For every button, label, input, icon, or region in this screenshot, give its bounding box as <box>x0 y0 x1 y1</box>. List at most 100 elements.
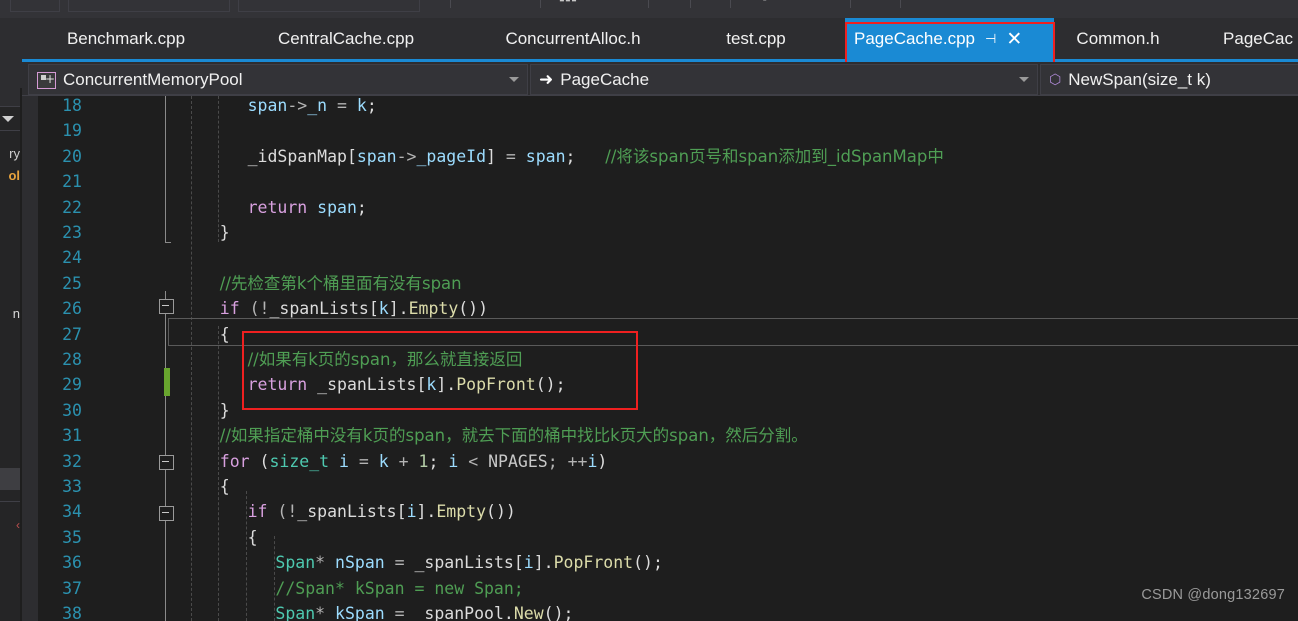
navbar-member-dropdown[interactable]: ⬡ NewSpan(size_t k) <box>1040 64 1298 95</box>
code-line[interactable]: 35 { <box>22 525 1298 550</box>
document-tab-concurrentalloc-h[interactable]: ConcurrentAlloc.h <box>475 18 671 59</box>
code-line-text: //如果有k页的span，那么就直接返回 <box>248 347 523 372</box>
code-token: * <box>315 604 336 621</box>
code-line-text: //Span* kSpan = new Span; <box>275 576 523 601</box>
document-tab-pagecac[interactable]: PageCac <box>1218 18 1298 59</box>
code-token: _spanLists <box>317 375 417 395</box>
code-line-text: if (!_spanLists[i].Empty()) <box>248 499 516 524</box>
document-tab-pagecache-cpp[interactable]: PageCache.cpp ⊣ ✕ <box>845 18 1054 59</box>
code-token: span <box>525 146 566 166</box>
code-token: _idSpanMap <box>247 146 347 166</box>
code-line[interactable]: 25 //先检查第k个桶里面有没有span <box>22 271 1298 296</box>
toolbar-icon-group-6[interactable]: ▭ <box>858 0 868 4</box>
navbar-project-label: ConcurrentMemoryPool <box>63 70 243 89</box>
code-line[interactable]: 22 return span; <box>22 195 1298 220</box>
code-line[interactable]: 31 //如果指定桶中没有k页的span，就去下面的桶中找比k页大的span，然后… <box>22 423 1298 448</box>
navbar-class-dropdown[interactable]: ➜ PageCache <box>530 64 1038 95</box>
toolbar-combo-2[interactable] <box>68 0 230 12</box>
code-token: //将该span页号和span添加到_idSpanMap中 <box>605 146 944 166</box>
line-number: 25 <box>62 273 82 293</box>
document-tab-centralcache-cpp[interactable]: CentralCache.cpp <box>246 18 446 59</box>
chevron-down-icon[interactable] <box>509 77 519 82</box>
code-token: 1 <box>418 451 429 471</box>
line-number: 29 <box>62 375 82 395</box>
line-number: 20 <box>62 146 82 166</box>
toolbar-combo-3[interactable] <box>238 0 420 12</box>
code-token: i <box>587 451 598 471</box>
code-token: < <box>458 451 489 471</box>
line-number: 28 <box>62 350 82 369</box>
toolbar-icon-group-3[interactable]: ▭ <box>662 0 672 4</box>
code-token: (); <box>633 553 663 573</box>
code-token: _pageId <box>416 146 487 166</box>
solution-tree-selected-row[interactable] <box>0 468 20 490</box>
visual-studio-window: ▸ ⟳ ▪▪ ▮▮▮ ▭ ▾ ▬ ▾ ⤢ ▬ ▭ ⋯ ❮ ▸▸ ry ol n … <box>0 0 1298 621</box>
toolbar-icon-group-2[interactable]: ▪▪ ▮▮▮ <box>548 0 577 4</box>
code-token: ] <box>486 146 496 166</box>
code-line[interactable]: 38 Span* kSpan = _spanPool.New(); <box>22 601 1298 621</box>
code-line-text: //先检查第k个桶里面有没有span <box>220 271 462 296</box>
code-line[interactable]: 28 //如果有k页的span，那么就直接返回 <box>22 347 1298 372</box>
code-line[interactable]: 20 _idSpanMap[span->_pageId] = span; //将该… <box>22 144 1298 169</box>
document-tab-benchmark-cpp[interactable]: Benchmark.cpp <box>36 18 216 59</box>
code-token: -> <box>287 96 308 115</box>
close-icon[interactable]: ✕ <box>1006 19 1022 60</box>
code-line[interactable]: 24 <box>22 245 1298 270</box>
code-line[interactable]: 23} <box>22 220 1298 245</box>
navbar-class-label: PageCache <box>560 70 650 89</box>
code-token: (); <box>535 375 566 395</box>
code-line-text: _idSpanMap[span->_pageId] = span; //将该sp… <box>248 144 944 169</box>
code-line[interactable]: 27 { <box>22 322 1298 347</box>
line-number: 36 <box>62 553 82 573</box>
code-line[interactable]: 26 if (!_spanLists[k].Empty()) <box>22 296 1298 321</box>
code-line[interactable]: 36 Span* nSpan = _spanLists[i].PopFront()… <box>22 550 1298 575</box>
code-line[interactable]: 21 <box>22 169 1298 194</box>
code-editor[interactable]: 18 span->_n = k; 19 20 _idSpanMap[span->_pag… <box>22 96 1298 621</box>
code-line-text: { <box>220 322 230 347</box>
pin-icon[interactable]: ⊣ <box>985 19 996 60</box>
solution-tree-item-4[interactable]: › <box>0 518 20 532</box>
document-tab-label: test.cpp <box>726 29 786 48</box>
code-line-text: if (!_spanLists[k].Empty()) <box>220 296 488 321</box>
solution-tree-item-2[interactable]: ol <box>0 168 20 183</box>
code-line-text: Span* nSpan = _spanLists[i].PopFront(); <box>275 550 663 575</box>
code-token: ]. <box>533 553 554 573</box>
line-number: 19 <box>62 121 82 141</box>
chevron-down-icon[interactable] <box>2 116 14 122</box>
code-line[interactable]: 18 span->_n = k; <box>22 96 1298 118</box>
code-token: [ <box>368 299 379 319</box>
toolbar-overflow-icon[interactable]: ⋯ <box>1280 0 1291 4</box>
document-tab-label: Common.h <box>1076 29 1160 48</box>
code-line[interactable]: 29 return _spanLists[k].PopFront(); <box>22 372 1298 397</box>
toolbar-separator-5 <box>730 0 731 8</box>
code-line-text: for (size_t i = k + 1; i < NPAGES; ++i) <box>220 449 608 474</box>
code-line[interactable]: 34 if (!_spanLists[i].Empty()) <box>22 499 1298 524</box>
chevron-down-icon[interactable] <box>1019 77 1029 82</box>
code-text-area[interactable]: 18 span->_n = k; 19 20 _idSpanMap[span->_pag… <box>22 96 1298 621</box>
watermark-text: CSDN @dong132697 <box>1141 587 1285 603</box>
solution-tree-item-1[interactable]: ry <box>0 146 20 161</box>
code-token: i <box>339 451 349 471</box>
code-line[interactable]: 37 //Span* kSpan = new Span; <box>22 576 1298 601</box>
toolbar-icon-group-1[interactable]: ▸ ⟳ <box>458 0 479 4</box>
solution-tree-item-3[interactable]: n <box>0 306 20 321</box>
navbar-project-dropdown[interactable]: ConcurrentMemoryPool <box>28 64 528 95</box>
document-tab-test-cpp[interactable]: test.cpp <box>700 18 812 59</box>
code-line[interactable]: 32 for (size_t i = k + 1; i < NPAGES; ++i… <box>22 449 1298 474</box>
navigation-bar: ConcurrentMemoryPool ➜ PageCache ⬡ NewSpan… <box>22 62 1298 96</box>
code-token: + <box>388 451 419 471</box>
code-token: //如果有k页的span，那么就直接返回 <box>247 350 523 369</box>
document-tab-common-h[interactable]: Common.h <box>1052 18 1184 59</box>
code-token: _spanLists <box>297 502 397 522</box>
toolbar-icon-group-5[interactable]: ▬ ▾ ⤢ ▬ <box>740 0 786 4</box>
code-line[interactable]: 33 { <box>22 474 1298 499</box>
code-token: PopFront <box>456 375 536 395</box>
code-token: NPAGES <box>488 451 548 471</box>
code-token: = <box>348 451 379 471</box>
toolbar-icon-group-4[interactable]: ▾ <box>700 0 706 4</box>
toolbar-combo-1[interactable] <box>10 0 60 12</box>
code-line[interactable]: 19 <box>22 118 1298 143</box>
code-token: span <box>356 146 397 166</box>
code-line[interactable]: 30} <box>22 398 1298 423</box>
code-token: for <box>219 451 250 471</box>
